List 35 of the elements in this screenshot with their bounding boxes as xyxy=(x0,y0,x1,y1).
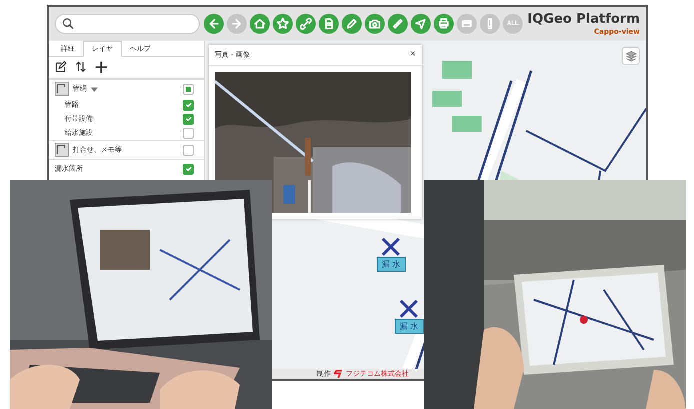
link-icon xyxy=(298,16,314,32)
printer-icon xyxy=(436,16,452,32)
toolbar-button[interactable] xyxy=(411,14,431,34)
layer-thumbnail-icon xyxy=(55,143,69,157)
edit-icon[interactable] xyxy=(55,61,67,73)
checkbox[interactable] xyxy=(183,128,194,138)
search-icon xyxy=(62,17,75,31)
add-icon[interactable] xyxy=(95,61,108,74)
toolbar-button[interactable] xyxy=(480,14,500,34)
sort-icon[interactable] xyxy=(75,61,87,73)
toolbar-button[interactable] xyxy=(204,14,224,34)
checkbox[interactable] xyxy=(183,84,194,94)
caret-icon[interactable] xyxy=(91,86,98,92)
toolbar-button[interactable] xyxy=(365,14,385,34)
toolbar-button[interactable] xyxy=(457,14,477,34)
check-icon xyxy=(184,165,192,173)
toolbar-button[interactable] xyxy=(250,14,270,34)
star-icon xyxy=(275,16,291,32)
toolbar-button[interactable] xyxy=(319,14,339,34)
logo-title: IQGeo Platform xyxy=(528,12,640,28)
checkbox[interactable] xyxy=(183,114,194,124)
ruler-icon xyxy=(390,16,406,32)
toolbar-button[interactable] xyxy=(434,14,454,34)
partial-check-icon xyxy=(186,86,191,92)
toolbar-button[interactable] xyxy=(296,14,316,34)
layer-thumbnail-icon xyxy=(55,82,69,96)
toolbar-button[interactable] xyxy=(227,14,247,34)
search-field[interactable] xyxy=(55,14,200,34)
checkbox[interactable] xyxy=(183,144,194,156)
checkbox[interactable] xyxy=(183,100,194,110)
toolbar-button[interactable] xyxy=(342,14,362,34)
checkbox[interactable] xyxy=(183,164,194,174)
home-icon xyxy=(252,16,268,32)
toolbar-button[interactable] xyxy=(388,14,408,34)
toolbar-button[interactable] xyxy=(273,14,293,34)
